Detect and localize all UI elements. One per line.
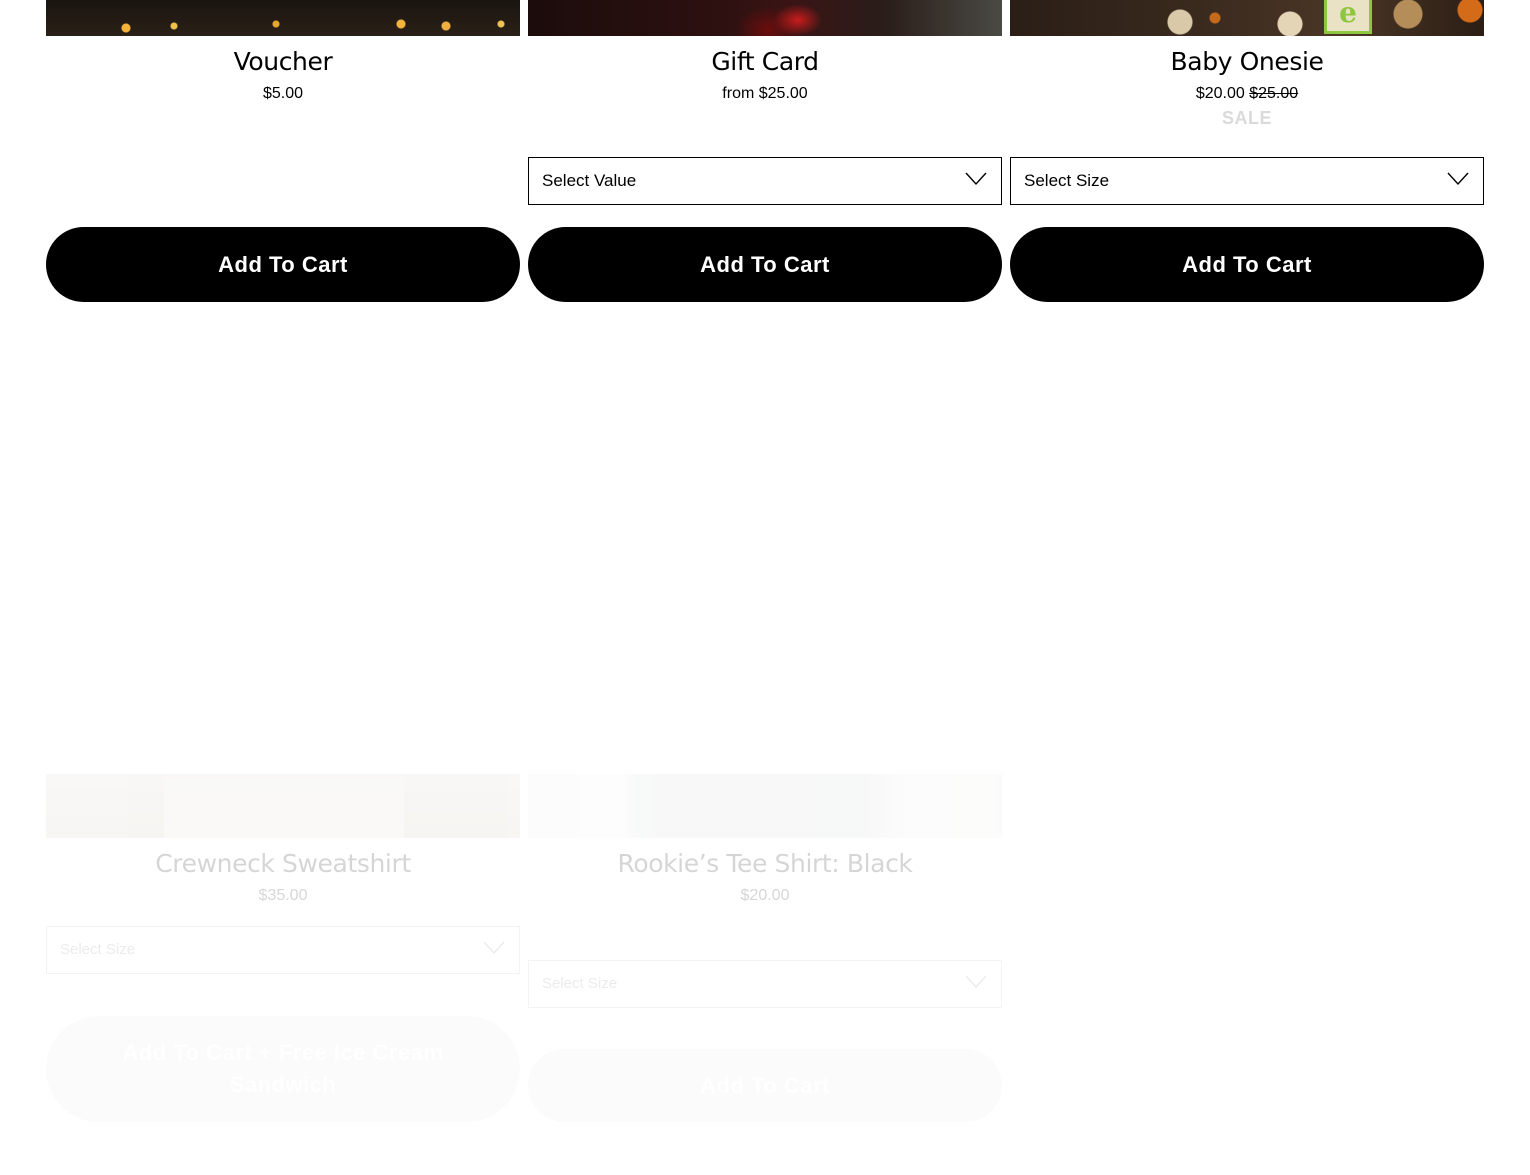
price-compare: $25.00 — [1249, 85, 1299, 102]
letter-block-image: e — [1324, 0, 1372, 34]
sale-badge: SALE — [1221, 108, 1272, 128]
product-image-voucher[interactable] — [46, 0, 520, 36]
product-price: $5.00 — [46, 84, 520, 104]
select-placeholder: Select Size — [60, 941, 136, 958]
price-current: from $25.00 — [722, 85, 808, 102]
product-title[interactable]: Rookie’s Tee Shirt: Black — [528, 849, 1002, 879]
value-select[interactable]: Select Value — [528, 157, 1002, 205]
add-to-cart-button[interactable]: Add To Cart — [528, 1049, 1002, 1122]
product-card-voucher: Voucher $5.00 Add To Cart — [46, 0, 520, 302]
product-card-rookies-tee-shirt: Rookie’s Tee Shirt: Black $20.00 Select … — [528, 774, 1002, 1122]
select-placeholder: Select Value — [542, 171, 637, 190]
chevron-down-icon — [1447, 172, 1469, 186]
price-current: $5.00 — [262, 85, 304, 102]
select-placeholder: Select Size — [1024, 171, 1110, 190]
product-card-baby-onesie: e Baby Onesie $20.00 $25.00 SALE Select … — [1010, 0, 1484, 302]
price-current: $20.00 — [1195, 85, 1245, 102]
add-to-cart-button[interactable]: Add To Cart — [528, 227, 1002, 302]
product-card-crewneck-sweatshirt: Crewneck Sweatshirt $35.00 Select Size A… — [46, 774, 520, 1122]
price-current: $35.00 — [258, 887, 308, 904]
product-price: $35.00 — [46, 886, 520, 906]
product-image-gift-card[interactable] — [528, 0, 1002, 36]
product-title[interactable]: Voucher — [46, 47, 520, 77]
chevron-down-icon — [483, 941, 505, 955]
product-title[interactable]: Gift Card — [528, 47, 1002, 77]
chevron-down-icon — [965, 975, 987, 989]
product-price: from $25.00 — [528, 84, 1002, 104]
price-current: $20.00 — [740, 887, 790, 904]
product-image-tee-shirt[interactable] — [528, 774, 1002, 838]
size-select[interactable]: Select Size — [528, 960, 1002, 1008]
product-title[interactable]: Baby Onesie — [1010, 47, 1484, 77]
add-to-cart-button[interactable]: Add To Cart — [46, 227, 520, 302]
product-title[interactable]: Crewneck Sweatshirt — [46, 849, 520, 879]
product-price: $20.00 $25.00 — [1010, 84, 1484, 104]
size-select[interactable]: Select Size — [1010, 157, 1484, 205]
add-to-cart-button[interactable]: Add To Cart + Free Ice Cream Sandwich — [46, 1016, 520, 1122]
product-image-crewneck-sweatshirt[interactable] — [46, 774, 520, 838]
chevron-down-icon — [965, 172, 987, 186]
product-card-gift-card: Gift Card from $25.00 Select Value Add T… — [528, 0, 1002, 302]
size-select[interactable]: Select Size — [46, 926, 520, 974]
add-to-cart-button[interactable]: Add To Cart — [1010, 227, 1484, 302]
product-image-baby-onesie[interactable]: e — [1010, 0, 1484, 36]
select-placeholder: Select Size — [542, 975, 618, 992]
product-grid: Voucher $5.00 Add To Cart Gift Card from… — [0, 0, 1530, 1175]
product-price: $20.00 — [528, 886, 1002, 906]
